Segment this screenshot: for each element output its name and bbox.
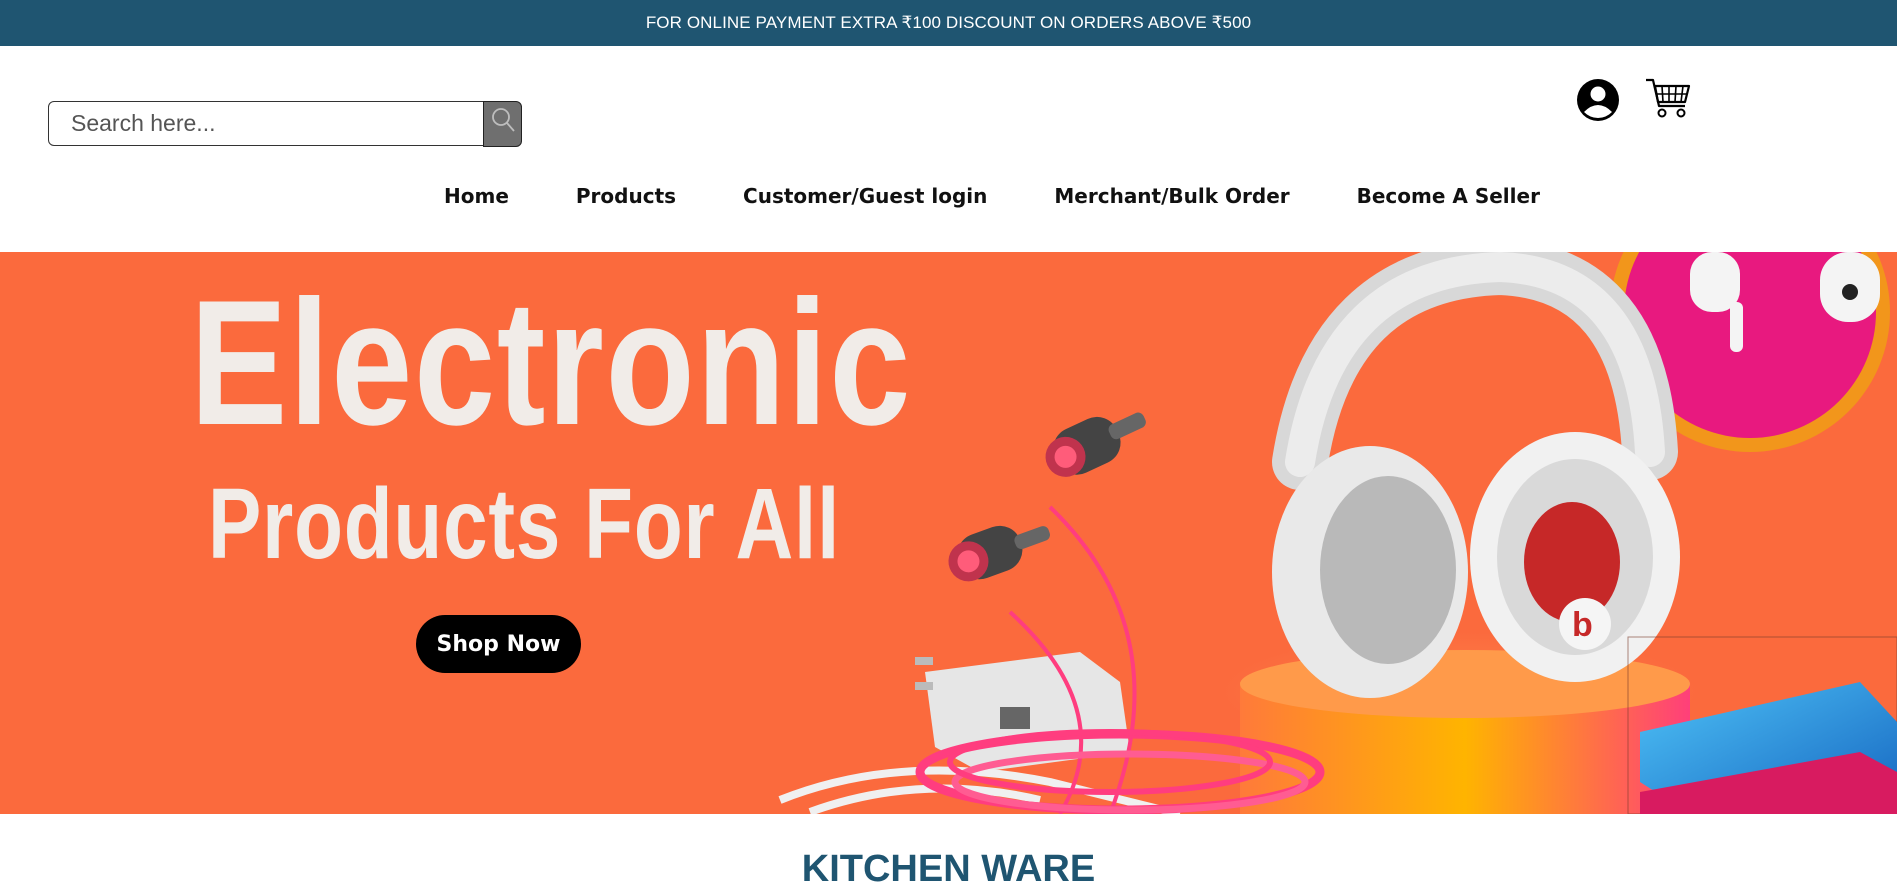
announcement-bar: FOR ONLINE PAYMENT EXTRA ₹100 DISCOUNT O… bbox=[0, 0, 1897, 46]
banner-headline-line2: Products For All bbox=[208, 468, 841, 580]
nav-item-home[interactable]: Home bbox=[444, 184, 509, 214]
search-button[interactable] bbox=[483, 101, 522, 147]
shop-now-button[interactable]: Shop Now bbox=[416, 615, 581, 673]
announcement-text: FOR ONLINE PAYMENT EXTRA ₹100 DISCOUNT O… bbox=[645, 13, 1252, 32]
banner-headline-line1: Electronic bbox=[190, 263, 913, 462]
shopping-cart-icon[interactable] bbox=[1645, 76, 1691, 120]
search-icon bbox=[491, 108, 515, 132]
section-title-kitchen-ware: KITCHEN WARE bbox=[801, 848, 1096, 890]
main-nav: Home Products Customer/Guest login Merch… bbox=[444, 184, 1540, 214]
search-bar bbox=[48, 101, 523, 148]
search-input[interactable] bbox=[48, 101, 485, 146]
nav-item-customer-guest-login[interactable]: Customer/Guest login bbox=[743, 184, 987, 214]
nav-item-products[interactable]: Products bbox=[576, 184, 676, 214]
nav-item-merchant-bulk-order[interactable]: Merchant/Bulk Order bbox=[1054, 184, 1289, 214]
nav-item-become-a-seller[interactable]: Become A Seller bbox=[1357, 184, 1540, 214]
hero-banner[interactable]: b Electronic Products For All Shop Now bbox=[0, 252, 1897, 814]
site-header: Home Products Customer/Guest login Merch… bbox=[0, 46, 1897, 252]
svg-text:b: b bbox=[1572, 606, 1593, 644]
user-account-icon[interactable] bbox=[1576, 78, 1620, 122]
